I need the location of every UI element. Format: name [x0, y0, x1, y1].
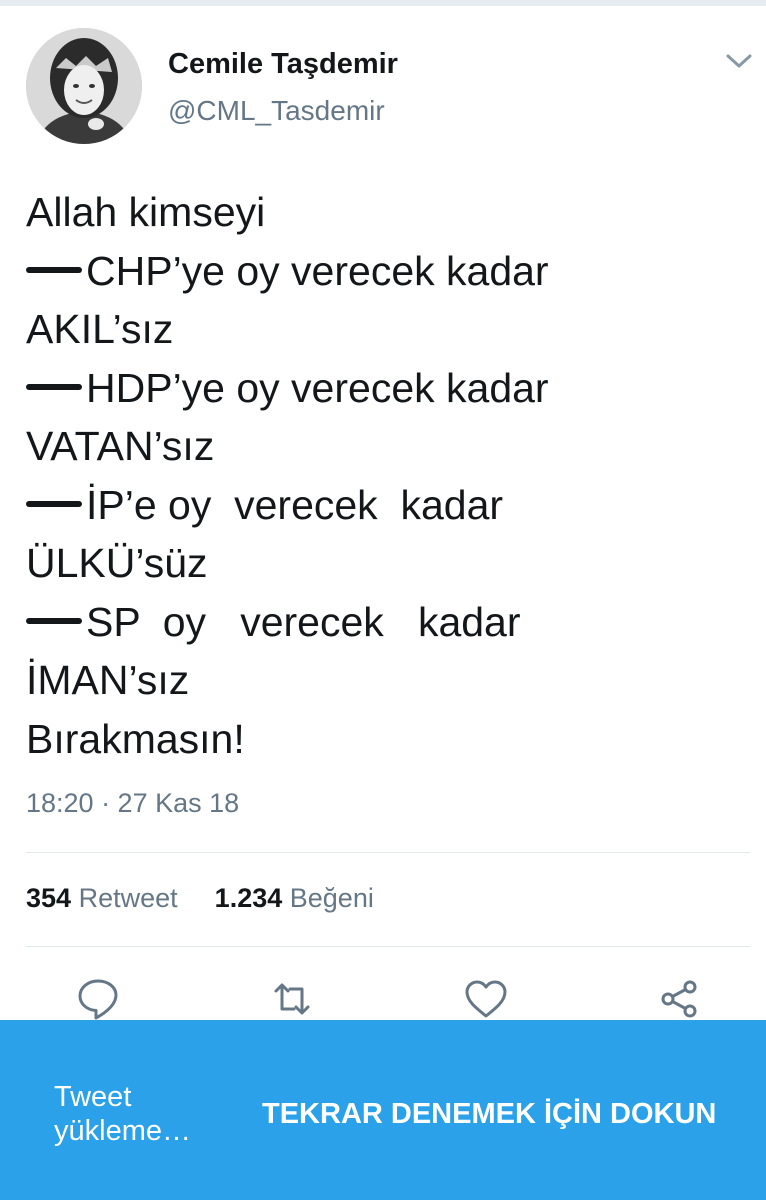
like-icon[interactable] — [462, 975, 510, 1023]
tweet-line: CHP’ye oy verecek kadar — [26, 242, 746, 301]
tweet-line-text: İP’e oy verecek kadar — [86, 481, 504, 528]
tweet-line-text: İMAN’sız — [26, 657, 190, 703]
tweet-timestamp[interactable]: 18:20 · 27 Kas 18 — [26, 788, 239, 819]
retweet-label[interactable]: Retweet — [79, 883, 178, 913]
tweet-line: ÜLKÜ’süz — [26, 534, 746, 593]
tweet-actions — [0, 975, 766, 1025]
tweet-line-text: CHP’ye oy verecek kadar — [86, 247, 549, 294]
dash-mark — [26, 617, 82, 624]
like-count[interactable]: 1.234 — [215, 883, 283, 913]
divider — [26, 946, 750, 947]
chevron-down-icon[interactable] — [724, 50, 754, 72]
tweet-line: HDP’ye oy verecek kadar — [26, 359, 746, 418]
dash-mark — [26, 500, 82, 507]
like-label[interactable]: Beğeni — [290, 883, 374, 913]
tweet-line-text: VATAN’sız — [26, 423, 215, 469]
retweet-count[interactable]: 354 — [26, 883, 71, 913]
tweet-line: AKIL’sız — [26, 300, 746, 359]
top-divider — [0, 0, 766, 6]
tweet-text: Allah kimseyi CHP’ye oy verecek kadar AKIL… — [26, 183, 746, 768]
loading-text: Tweet yükleme… — [54, 1081, 191, 1147]
reply-icon[interactable] — [74, 975, 122, 1023]
retweet-icon[interactable] — [268, 975, 316, 1023]
dash-mark — [26, 383, 82, 390]
user-handle[interactable]: @CML_Tasdemir — [168, 95, 385, 127]
tweet-line: Bırakmasın! — [26, 710, 746, 769]
tweet-line: İP’e oy verecek kadar — [26, 476, 746, 535]
divider — [26, 852, 750, 853]
retry-banner[interactable]: Tweet yükleme… TEKRAR DENEMEK İÇİN DOKUN — [0, 1020, 766, 1200]
avatar[interactable] — [26, 28, 142, 144]
tweet-line-text: Bırakmasın! — [26, 715, 245, 762]
dash-mark — [26, 266, 82, 273]
tweet-stats: 354 Retweet 1.234 Beğeni — [26, 883, 374, 914]
tweet-line: SP oy verecek kadar — [26, 593, 746, 652]
tweet-line: VATAN’sız — [26, 417, 746, 476]
tweet-line-text: Allah kimseyi — [26, 189, 266, 235]
tweet-line: Allah kimseyi — [26, 183, 746, 242]
user-name[interactable]: Cemile Taşdemir — [168, 48, 398, 81]
tweet-line-text: HDP’ye oy verecek kadar — [86, 364, 549, 411]
avatar-image — [26, 28, 142, 144]
tweet-line-text: ÜLKÜ’süz — [26, 540, 208, 586]
share-icon[interactable] — [656, 975, 704, 1023]
tweet-line-text: AKIL’sız — [26, 306, 174, 352]
retry-button[interactable]: TEKRAR DENEMEK İÇİN DOKUN — [262, 1098, 716, 1131]
tweet-line: İMAN’sız — [26, 651, 746, 710]
tweet-line-text: SP oy verecek kadar — [86, 598, 521, 645]
